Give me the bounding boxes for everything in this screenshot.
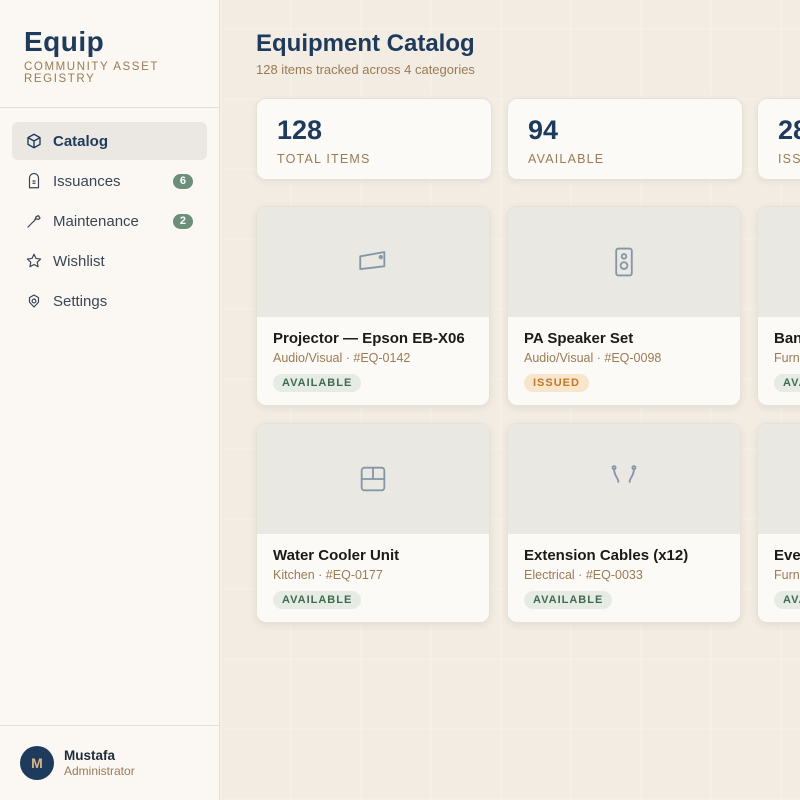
wrench-icon <box>25 212 43 230</box>
card-image <box>758 207 800 317</box>
page-title: Equipment Catalog <box>256 30 475 57</box>
card-image <box>508 207 740 317</box>
avatar: M <box>20 746 54 780</box>
sidebar-item-label: Wishlist <box>53 252 105 270</box>
stat-available: 94 AVAILABLE <box>507 98 743 180</box>
stat-label: TOTAL ITEMS <box>277 152 371 166</box>
equipment-card-event-chairs[interactable]: Event Chairs Furniture · #EQ-0204 AVAILA… <box>757 423 800 623</box>
card-title: PA Speaker Set <box>524 330 634 347</box>
sidebar-item-catalog[interactable]: Catalog <box>12 122 207 160</box>
stat-label: AVAILABLE <box>528 152 605 166</box>
stat-value: 94 <box>528 115 559 145</box>
sidebar-item-label: Settings <box>53 292 108 310</box>
sidebar-item-settings[interactable]: Settings <box>12 282 207 320</box>
status-badge: AVAILABLE <box>774 374 800 392</box>
speaker-icon <box>615 247 633 277</box>
card-title: Event Chairs <box>774 547 800 564</box>
brand-name: Equip <box>24 26 105 57</box>
issuances-count-badge: 6 <box>172 173 193 189</box>
receipt-icon <box>25 172 43 190</box>
sidebar-item-maintenance[interactable]: Maintenance 2 <box>12 202 207 240</box>
projector-icon <box>359 251 386 271</box>
card-title: Extension Cables (x12) <box>524 547 689 564</box>
status-badge: ISSUED <box>524 374 589 392</box>
maintenance-count-badge: 2 <box>172 213 193 229</box>
equipment-card-extension-cables[interactable]: Extension Cables (x12) Electrical · #EQ-… <box>507 423 741 623</box>
status-badge: AVAILABLE <box>273 591 362 609</box>
gear-icon <box>25 292 43 310</box>
card-meta: Electrical · #EQ-0033 <box>524 568 643 582</box>
card-image <box>758 424 800 534</box>
card-meta: Audio/Visual · #EQ-0098 <box>524 351 662 365</box>
equipment-card-water-cooler[interactable]: Water Cooler Unit Kitchen · #EQ-0177 AVA… <box>256 423 490 623</box>
equipment-card-projector[interactable]: Projector — Epson EB-X06 Audio/Visual · … <box>256 206 490 406</box>
sidebar-item-label: Issuances <box>53 172 121 190</box>
page-subtitle: 128 items tracked across 4 categories <box>256 62 475 77</box>
sidebar-item-issuances[interactable]: Issuances 6 <box>12 162 207 200</box>
card-meta: Kitchen · #EQ-0177 <box>273 568 383 582</box>
user-profile[interactable]: M Mustafa Administrator <box>0 725 219 800</box>
card-meta: Furniture · #EQ-0061 <box>774 351 800 365</box>
stat-value: 28 <box>778 115 800 145</box>
card-meta: Audio/Visual · #EQ-0142 <box>273 351 411 365</box>
card-title: Water Cooler Unit <box>273 547 400 564</box>
sidebar-item-label: Maintenance <box>53 212 139 230</box>
sidebar-item-wishlist[interactable]: Wishlist <box>12 242 207 280</box>
equipment-card-banquet-tables[interactable]: Banquet Tables Furniture · #EQ-0061 AVAI… <box>757 206 800 406</box>
equipment-card-pa-speaker[interactable]: PA Speaker Set Audio/Visual · #EQ-0098 I… <box>507 206 741 406</box>
stat-value: 128 <box>277 115 323 145</box>
user-name: Mustafa <box>64 748 116 763</box>
cable-icon <box>611 465 637 483</box>
sidebar-item-label: Catalog <box>53 132 109 150</box>
card-title: Banquet Tables <box>774 330 800 347</box>
cooler-icon <box>360 466 386 492</box>
status-badge: AVAILABLE <box>273 374 362 392</box>
sidebar-nav: Catalog Issuances 6 Maintenance 2 Wishli… <box>0 108 219 334</box>
page-header: Equipment Catalog 128 items tracked acro… <box>256 30 475 77</box>
star-icon <box>25 252 43 270</box>
stat-issued: 28 ISSUED <box>757 98 800 180</box>
card-meta: Furniture · #EQ-0204 <box>774 568 800 582</box>
card-image <box>257 424 489 534</box>
status-badge: AVAILABLE <box>524 591 613 609</box>
brand: Equip COMMUNITY ASSET REGISTRY <box>0 0 219 108</box>
card-title: Projector — Epson EB-X06 <box>273 330 465 347</box>
main-content: Equipment Catalog 128 items tracked acro… <box>220 0 800 800</box>
status-badge: AVAILABLE <box>774 591 800 609</box>
card-image <box>257 207 489 317</box>
card-image <box>508 424 740 534</box>
stat-total-items: 128 TOTAL ITEMS <box>256 98 492 180</box>
user-role: Administrator <box>64 764 135 778</box>
stat-label: ISSUED <box>778 152 800 166</box>
sidebar: Equip COMMUNITY ASSET REGISTRY Catalog I… <box>0 0 220 800</box>
box-icon <box>25 132 43 150</box>
brand-subtitle: COMMUNITY ASSET REGISTRY <box>24 61 159 85</box>
